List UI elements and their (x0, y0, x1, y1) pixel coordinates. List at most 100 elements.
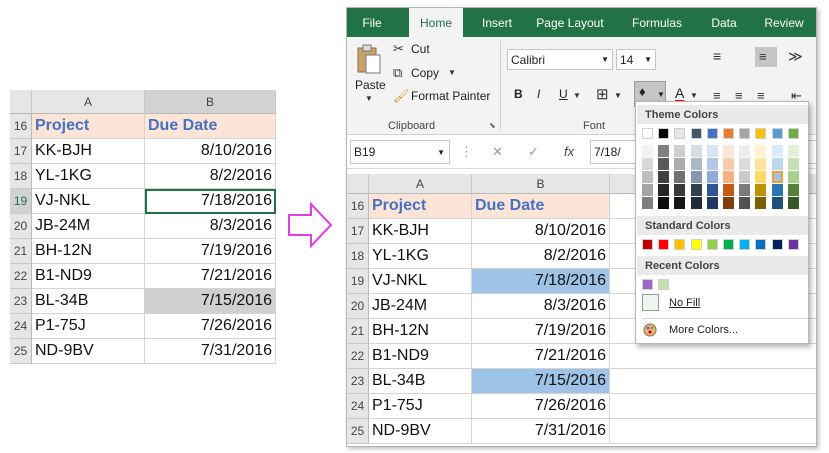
name-box-dropdown-icon[interactable]: ▼ (437, 148, 445, 157)
tab-formulas[interactable]: Formulas (622, 8, 692, 37)
theme-color-swatch[interactable] (706, 128, 718, 139)
theme-shade-swatch[interactable] (642, 158, 653, 170)
theme-shade-swatch[interactable] (787, 184, 799, 196)
borders-dropdown-icon[interactable]: ▼ (614, 92, 622, 100)
project-cell[interactable]: BH-12N (32, 239, 145, 264)
row-header[interactable]: 16 (347, 194, 369, 219)
due-date-cell[interactable]: 7/19/2016 (145, 239, 276, 264)
theme-shade-swatch[interactable] (706, 184, 718, 196)
theme-shade-swatch[interactable] (658, 145, 670, 157)
theme-color-swatch[interactable] (755, 128, 767, 139)
theme-shade-swatch[interactable] (690, 197, 702, 209)
header-cell-due-date[interactable]: Due Date (145, 114, 276, 139)
copy-icon[interactable]: ⧉ (393, 66, 402, 79)
project-cell[interactable]: B1-ND9 (32, 264, 145, 289)
row-header[interactable]: 23 (10, 289, 32, 314)
font-name-dropdown-icon[interactable]: ▼ (601, 55, 609, 64)
theme-shade-swatch[interactable] (674, 184, 686, 196)
orientation-icon[interactable]: ≫ (788, 49, 803, 63)
confirm-entry-icon[interactable]: ✓ (528, 145, 539, 158)
font-color-button[interactable]: A (675, 85, 684, 101)
theme-color-swatch[interactable] (690, 128, 702, 139)
theme-shade-swatch[interactable] (739, 197, 751, 209)
standard-color-swatch[interactable] (723, 239, 734, 250)
theme-shade-swatch[interactable] (658, 158, 670, 170)
row-header[interactable]: 22 (10, 264, 32, 289)
recent-color-swatch[interactable] (658, 279, 670, 290)
align-bottom-button[interactable]: ≡ (755, 47, 777, 67)
clipboard-launcher-icon[interactable]: ⬊ (489, 122, 496, 130)
due-date-cell[interactable]: 7/18/2016 (472, 269, 610, 294)
standard-color-swatch[interactable] (739, 239, 751, 250)
theme-shade-swatch[interactable] (739, 184, 751, 196)
due-date-cell[interactable]: 7/26/2016 (145, 314, 276, 339)
theme-shade-swatch[interactable] (690, 171, 702, 183)
italic-button[interactable]: I (537, 87, 540, 101)
theme-shade-swatch[interactable] (674, 171, 686, 183)
theme-color-swatch[interactable] (658, 128, 670, 139)
theme-shade-swatch[interactable] (706, 158, 718, 170)
cut-button[interactable]: Cut (411, 42, 430, 56)
theme-shade-swatch[interactable] (739, 171, 751, 183)
theme-shade-swatch[interactable] (771, 197, 783, 209)
due-date-cell[interactable]: 8/3/2016 (145, 214, 276, 239)
project-cell[interactable]: BL-34B (369, 369, 472, 394)
theme-shade-swatch[interactable] (787, 158, 799, 170)
theme-shade-swatch[interactable] (706, 197, 718, 209)
row-header[interactable]: 16 (10, 114, 32, 139)
project-cell[interactable]: BH-12N (369, 319, 472, 344)
row-header[interactable]: 20 (347, 294, 369, 319)
project-cell[interactable]: JB-24M (369, 294, 472, 319)
font-grow-icon[interactable]: ≡ (713, 49, 721, 63)
theme-shade-swatch[interactable] (642, 171, 653, 183)
row-header[interactable]: 25 (10, 339, 32, 364)
due-date-cell[interactable]: 7/21/2016 (145, 264, 276, 289)
theme-shade-swatch[interactable] (706, 171, 718, 183)
theme-shade-swatch[interactable] (723, 171, 734, 183)
header-cell-due-date[interactable]: Due Date (472, 194, 610, 219)
no-fill-option[interactable]: No Fill (669, 297, 700, 309)
due-date-cell[interactable]: 7/21/2016 (472, 344, 610, 369)
theme-shade-swatch[interactable] (642, 184, 653, 196)
due-date-cell[interactable]: 7/18/2016 (145, 189, 276, 214)
paste-dropdown-icon[interactable]: ▼ (365, 95, 373, 103)
project-cell[interactable]: JB-24M (32, 214, 145, 239)
theme-shade-swatch[interactable] (771, 184, 783, 196)
project-cell[interactable]: BL-34B (32, 289, 145, 314)
empty-cell[interactable] (610, 369, 816, 394)
theme-color-swatch[interactable] (771, 128, 783, 139)
row-header[interactable]: 19 (347, 269, 369, 294)
insert-function-button[interactable]: fx (564, 145, 574, 158)
theme-shade-swatch[interactable] (723, 145, 734, 157)
theme-shade-swatch[interactable] (787, 171, 799, 183)
theme-shade-swatch[interactable] (642, 145, 653, 157)
row-header[interactable]: 24 (10, 314, 32, 339)
due-date-cell[interactable]: 7/31/2016 (145, 339, 276, 364)
row-header[interactable]: 21 (347, 319, 369, 344)
project-cell[interactable]: YL-1KG (32, 164, 145, 189)
row-header[interactable]: 24 (347, 394, 369, 419)
project-cell[interactable]: ND-9BV (32, 339, 145, 364)
project-cell[interactable]: YL-1KG (369, 244, 472, 269)
cancel-entry-icon[interactable]: ✕ (492, 145, 503, 158)
paste-button[interactable]: Paste (355, 78, 386, 92)
name-box[interactable]: B19 ▼ (350, 140, 450, 164)
row-header[interactable]: 23 (347, 369, 369, 394)
tab-page-layout[interactable]: Page Layout (531, 8, 609, 37)
due-date-cell[interactable]: 7/26/2016 (472, 394, 610, 419)
project-cell[interactable]: KK-BJH (369, 219, 472, 244)
due-date-cell[interactable]: 8/10/2016 (145, 139, 276, 164)
theme-shade-swatch[interactable] (690, 184, 702, 196)
cut-icon[interactable]: ✂ (393, 42, 404, 55)
theme-shade-swatch[interactable] (723, 158, 734, 170)
due-date-cell[interactable]: 7/15/2016 (145, 289, 276, 314)
theme-shade-swatch[interactable] (723, 197, 734, 209)
theme-shade-swatch[interactable] (755, 145, 767, 157)
theme-shade-swatch[interactable] (755, 197, 767, 209)
standard-color-swatch[interactable] (658, 239, 670, 250)
due-date-cell[interactable]: 7/31/2016 (472, 419, 610, 444)
project-cell[interactable]: KK-BJH (32, 139, 145, 164)
font-name-combo[interactable]: Calibri ▼ (507, 49, 613, 70)
project-cell[interactable]: ND-9BV (369, 419, 472, 444)
row-header[interactable]: 20 (10, 214, 32, 239)
